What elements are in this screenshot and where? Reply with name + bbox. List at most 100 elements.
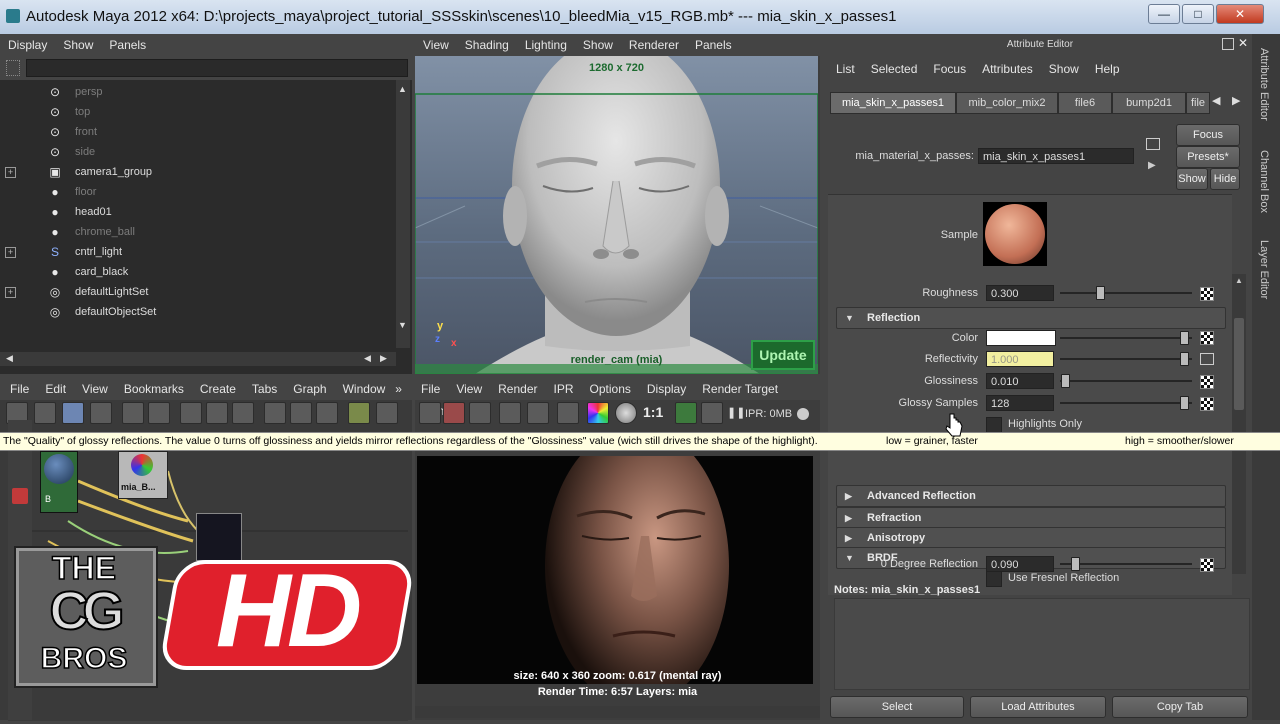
viewport-canvas[interactable]: 1280 x 720 render_cam (mia) y z x Update — [415, 56, 818, 374]
real-size-button[interactable]: 1:1 — [643, 404, 663, 420]
roughness-slider[interactable] — [1060, 292, 1192, 294]
close-button[interactable]: ✕ — [1216, 4, 1264, 24]
attributes-scrollbar[interactable]: ▲ — [1232, 274, 1246, 574]
redo-render-icon[interactable] — [419, 402, 441, 424]
scroll-right-arrow-icon[interactable]: ▶ — [380, 353, 387, 364]
color-slider[interactable] — [1060, 337, 1192, 339]
outliner-menu-show[interactable]: Show — [55, 34, 101, 56]
tab-mia-skin-x-passes1[interactable]: mia_skin_x_passes1 — [830, 92, 956, 114]
update-button[interactable]: Update — [751, 340, 815, 370]
scroll-left-arrow-icon[interactable]: ◀ — [364, 353, 371, 364]
channel-box-side-tab[interactable]: Channel Box — [1258, 150, 1270, 213]
hide-button[interactable]: Hide — [1210, 168, 1240, 190]
renderview-menu-render[interactable]: Render — [490, 378, 545, 400]
render-region-icon[interactable] — [443, 402, 465, 424]
graph-both-icon[interactable] — [206, 402, 228, 424]
channel-display-icon[interactable] — [557, 402, 579, 424]
arrange-icon[interactable] — [376, 402, 398, 424]
scroll-left-arrow-icon[interactable]: ◀ — [6, 353, 13, 364]
outliner-item-defaultobjectset[interactable]: ◎ defaultObjectSet — [0, 302, 395, 322]
tab-bump2d1[interactable]: bump2d1 — [1112, 92, 1186, 114]
copy-tab-button[interactable]: Copy Tab — [1112, 696, 1248, 718]
ae-menu-show[interactable]: Show — [1041, 58, 1087, 80]
outliner-item-cntrl-light[interactable]: + Scntrl_light — [0, 242, 395, 262]
viewport-menu-panels[interactable]: Panels — [687, 34, 740, 56]
renderview-menu-display[interactable]: Display — [639, 378, 694, 400]
mia-node[interactable]: mia_B... — [118, 451, 168, 499]
zero-degree-reflection-handle[interactable] — [1071, 557, 1080, 571]
presets-button[interactable]: Presets* — [1176, 146, 1240, 168]
ae-menu-help[interactable]: Help — [1087, 58, 1128, 80]
anisotropy-section-header[interactable]: ▶ Anisotropy — [836, 527, 1226, 549]
graph-layout-icon[interactable] — [148, 402, 170, 424]
reflection-section-header[interactable]: ▼ Reflection — [836, 307, 1226, 329]
glossy-samples-field[interactable]: 128 — [986, 395, 1054, 411]
graph-output-icon[interactable] — [232, 402, 254, 424]
layer-editor-side-tab[interactable]: Layer Editor — [1258, 240, 1270, 299]
hypershade-menu-edit[interactable]: Edit — [37, 378, 74, 400]
reflection-color-swatch[interactable] — [986, 330, 1056, 346]
tab-scroll-right-icon[interactable]: ▶ — [1232, 94, 1240, 107]
renderview-menu-options[interactable]: Options — [582, 378, 639, 400]
tab-mib-color-mix2[interactable]: mib_color_mix2 — [956, 92, 1058, 114]
load-attributes-button[interactable]: Load Attributes — [970, 696, 1106, 718]
layout-split-icon[interactable] — [62, 402, 84, 424]
viewport-menu-show[interactable]: Show — [575, 34, 621, 56]
renderview-menu-file[interactable]: File — [415, 378, 448, 400]
attribute-editor-side-tab[interactable]: Attribute Editor — [1258, 48, 1270, 121]
reflectivity-connected-icon[interactable] — [1200, 353, 1214, 365]
outliner-item-camera1-group[interactable]: + ▣ camera1_group — [0, 162, 395, 182]
glossiness-slider[interactable] — [1060, 380, 1192, 382]
select-button[interactable]: Select — [830, 696, 964, 718]
reflectivity-slider[interactable] — [1060, 358, 1192, 360]
viewport-menu-view[interactable]: View — [415, 34, 457, 56]
renderview-menu-ipr[interactable]: IPR — [546, 378, 582, 400]
zero-degree-map-button[interactable] — [1200, 558, 1214, 572]
tab-scroll-left-icon[interactable]: ◀ — [1212, 94, 1220, 107]
viewport-menu-renderer[interactable]: Renderer — [621, 34, 687, 56]
roughness-field[interactable]: 0.300 — [986, 285, 1054, 301]
outliner-item-chrome-ball[interactable]: ● chrome_ball — [0, 222, 395, 242]
hypershade-menu-view[interactable]: View — [74, 378, 116, 400]
material-name-field[interactable]: mia_skin_x_passes1 — [978, 148, 1134, 164]
scroll-down-arrow-icon[interactable]: ▼ — [398, 320, 407, 330]
refresh-ipr-icon[interactable] — [527, 402, 549, 424]
graph-input-icon[interactable] — [180, 402, 202, 424]
glossy-samples-slider-handle[interactable] — [1180, 396, 1189, 410]
hypershade-menu-window[interactable]: Window — [335, 378, 394, 400]
layout-top-icon[interactable] — [34, 402, 56, 424]
reflectivity-slider-handle[interactable] — [1180, 352, 1189, 366]
viewport-menu-shading[interactable]: Shading — [457, 34, 517, 56]
hypershade-menu-create[interactable]: Create — [192, 378, 244, 400]
expand-plus-icon[interactable]: + — [5, 167, 16, 178]
float-panel-icon[interactable] — [1222, 38, 1234, 50]
roughness-slider-handle[interactable] — [1096, 286, 1105, 300]
outliner-horizontal-scrollbar[interactable]: ◀ ◀ ▶ — [0, 352, 396, 366]
hypershade-menu-file[interactable]: File — [0, 378, 37, 400]
viewport-menu-lighting[interactable]: Lighting — [517, 34, 575, 56]
tab-file6[interactable]: file6 — [1058, 92, 1112, 114]
outliner-item-floor[interactable]: ● floor — [0, 182, 395, 202]
swatch-small-icon[interactable] — [264, 402, 286, 424]
ae-menu-list[interactable]: List — [828, 58, 863, 80]
advanced-reflection-section-header[interactable]: ▶ Advanced Reflection — [836, 485, 1226, 507]
focus-button[interactable]: Focus — [1176, 124, 1240, 146]
maximize-button[interactable]: □ — [1182, 4, 1214, 24]
outliner-item-front[interactable]: ⊙ front — [0, 122, 395, 142]
output-connection-icon[interactable]: ▶ — [1148, 160, 1156, 171]
rendered-image[interactable] — [417, 456, 813, 684]
outliner-filter-input[interactable] — [26, 59, 408, 77]
hypershade-menu-bookmarks[interactable]: Bookmarks — [116, 378, 192, 400]
refraction-section-header[interactable]: ▶ Refraction — [836, 507, 1226, 529]
zero-degree-reflection-field[interactable]: 0.090 — [986, 556, 1054, 572]
graph-clear-icon[interactable] — [122, 402, 144, 424]
outliner-menu-display[interactable]: Display — [0, 34, 55, 56]
color-slider-handle[interactable] — [1180, 331, 1189, 345]
expand-plus-icon[interactable]: + — [5, 247, 16, 258]
sort-icon[interactable] — [348, 402, 370, 424]
layout-bottom-icon[interactable] — [90, 402, 112, 424]
glossy-samples-map-button[interactable] — [1200, 397, 1214, 411]
hypershade-menu-graph[interactable]: Graph — [285, 378, 334, 400]
scroll-up-arrow-icon[interactable]: ▲ — [1235, 276, 1243, 285]
hypershade-menu-overflow[interactable]: » — [393, 378, 404, 400]
